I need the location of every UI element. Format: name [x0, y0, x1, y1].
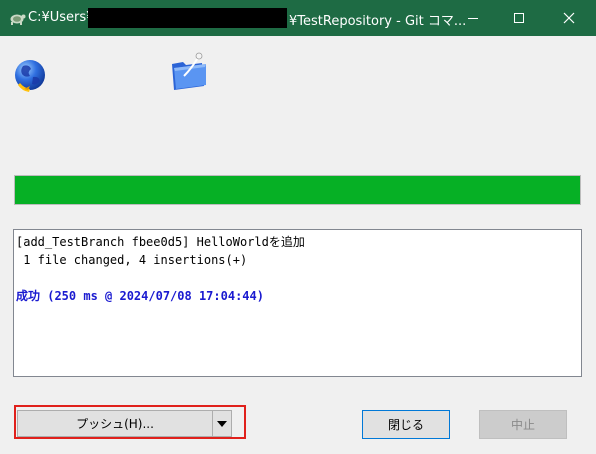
- minimize-icon: [468, 18, 478, 19]
- minimize-button[interactable]: [450, 0, 496, 36]
- dropdown-arrow-icon: [217, 420, 227, 427]
- push-button[interactable]: プッシュ(H)...: [17, 410, 213, 437]
- window-title-prefix: C:¥Users¥: [28, 10, 95, 25]
- redacted-path: [88, 8, 287, 28]
- log-line: 1 file changed, 4 insertions(+): [16, 253, 248, 267]
- progress-fill: [15, 176, 580, 204]
- close-icon: [563, 12, 575, 24]
- maximize-button[interactable]: [496, 0, 542, 36]
- abort-button[interactable]: 中止: [479, 410, 567, 439]
- tortoise-git-icon: [8, 9, 26, 27]
- maximize-icon: [514, 13, 524, 23]
- log-line: [add_TestBranch fbee0d5] HelloWorldを追加: [16, 235, 305, 249]
- window-title-suffix: ¥TestRepository - Git コマ...: [289, 14, 467, 29]
- progress-bar: [14, 175, 581, 205]
- output-log[interactable]: [add_TestBranch fbee0d5] HelloWorldを追加 1…: [13, 229, 582, 377]
- close-button[interactable]: 閉じる: [362, 410, 450, 439]
- title-bar[interactable]: C:¥Users¥ ¥TestRepository - Git コマ...: [0, 0, 596, 36]
- folder-icon: [168, 50, 212, 92]
- close-window-button[interactable]: [542, 0, 596, 36]
- log-success-line: 成功 (250 ms @ 2024/07/08 17:04:44): [16, 289, 264, 303]
- push-dropdown-button[interactable]: [212, 410, 232, 437]
- git-command-window: C:¥Users¥ ¥TestRepository - Git コマ... [a…: [0, 0, 596, 454]
- globe-icon: [12, 57, 48, 93]
